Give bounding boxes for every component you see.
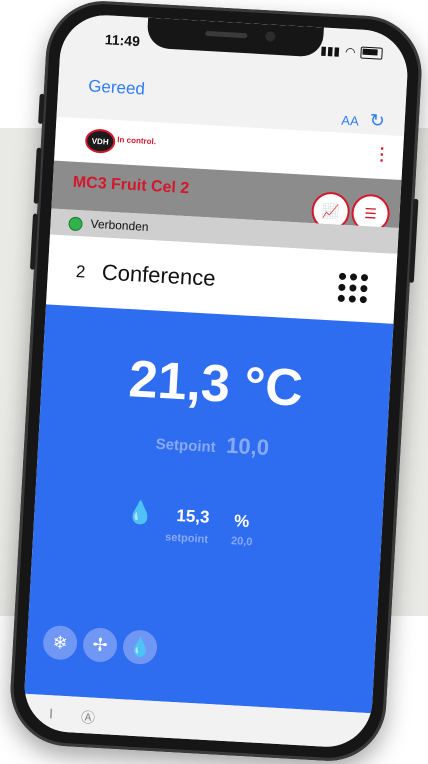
phone-screen: 11:49 ▮▮▮ ◠ Gereed AA ↻ VDH In control. … — [22, 12, 410, 750]
list-icon: ☰ — [363, 204, 378, 222]
chart-icon: 📈 — [321, 202, 340, 220]
temperature-setpoint[interactable]: Setpoint 10,0 — [38, 422, 387, 467]
humidity-setpoint-label: setpoint — [164, 531, 209, 546]
humidity-icon: 💧 — [125, 499, 155, 526]
front-camera — [265, 31, 276, 42]
grid-icon[interactable] — [337, 272, 369, 304]
reload-icon[interactable]: ↻ — [369, 110, 385, 132]
speaker-grille — [205, 30, 248, 39]
humidity-unit: % — [233, 511, 250, 532]
fan-mode-button[interactable]: ✢ — [82, 627, 119, 663]
room-number: 2 — [75, 262, 86, 282]
phone-frame: 11:49 ▮▮▮ ◠ Gereed AA ↻ VDH In control. … — [7, 0, 425, 764]
wifi-icon: ◠ — [344, 44, 356, 60]
device-name: MC3 Fruit Cel 2 — [72, 173, 190, 198]
humidity-value: 15,3 — [175, 506, 211, 527]
setpoint-value: 10,0 — [225, 432, 270, 461]
status-time: 11:49 — [104, 31, 141, 50]
humidify-mode-button[interactable]: 💧 — [122, 629, 158, 666]
droplets-icon: 💧 — [128, 636, 152, 658]
autofill-icon[interactable]: Ⓐ — [80, 707, 96, 728]
setpoint-label: Setpoint — [155, 435, 217, 457]
text-cursor-icon[interactable]: I — [49, 705, 54, 721]
status-icons: ▮▮▮ ◠ — [320, 43, 383, 60]
brand-tagline: In control. — [117, 135, 157, 147]
snowflake-icon: ❄ — [52, 631, 69, 653]
fan-icon: ✢ — [92, 634, 109, 655]
signal-icon: ▮▮▮ — [319, 43, 341, 59]
text-size-button[interactable]: AA — [341, 113, 359, 129]
climate-panel: 21,3 °C Setpoint 10,0 💧 15,3 % setpoint … — [24, 304, 394, 714]
humidity-setpoint-value: 20,0 — [230, 535, 253, 549]
done-button[interactable]: Gereed — [88, 76, 146, 99]
kebab-icon[interactable]: · · · — [379, 141, 386, 170]
temperature-readout: 21,3 °C — [127, 350, 305, 418]
vdh-logo: VDH — [84, 128, 116, 154]
cooling-mode-button[interactable]: ❄ — [42, 624, 79, 661]
room-name: Conference — [101, 259, 217, 291]
battery-icon — [360, 46, 383, 60]
connection-status-dot — [68, 216, 83, 232]
connection-status-text: Verbonden — [90, 216, 149, 234]
